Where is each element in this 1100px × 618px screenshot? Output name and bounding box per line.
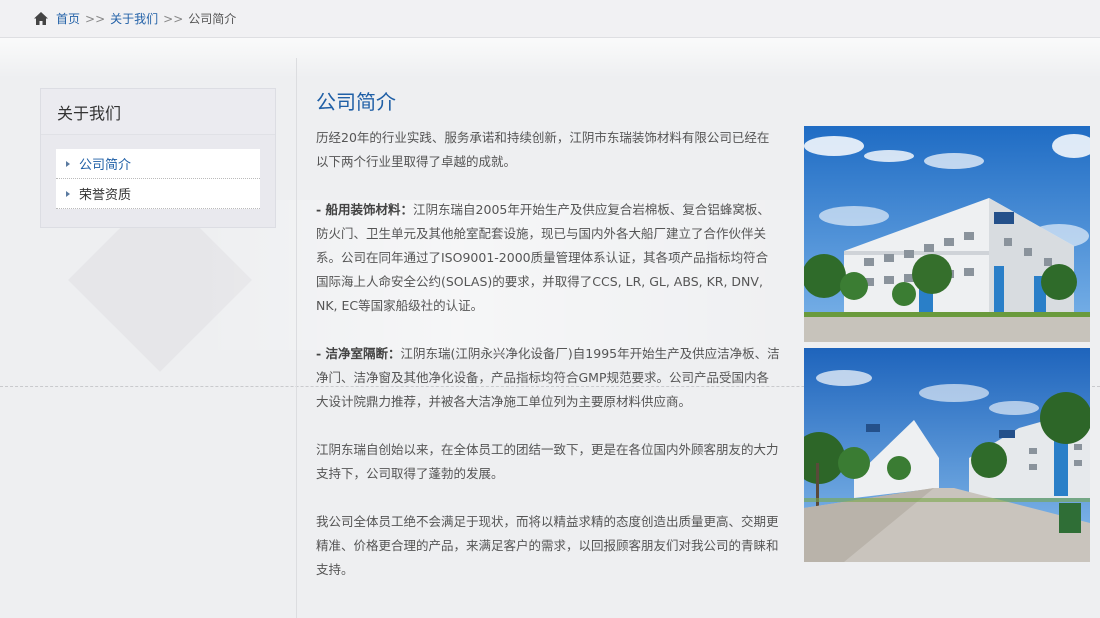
sidebar-title: 关于我们	[41, 89, 275, 135]
sidebar-item-company-profile[interactable]: 公司简介	[56, 149, 260, 179]
paragraph: - 船用装饰材料：江阴东瑞自2005年开始生产及供应复合岩棉板、复合铝蜂窝板、防…	[316, 198, 780, 318]
home-icon	[34, 12, 48, 25]
chevron-right-icon	[66, 160, 70, 167]
breadcrumb-separator: >>	[85, 11, 106, 26]
sidebar-list: 公司简介 荣誉资质	[56, 149, 260, 209]
sidebar-item-honors[interactable]: 荣誉资质	[56, 179, 260, 209]
breadcrumb: 首页 >> 关于我们 >> 公司简介	[0, 0, 1100, 38]
paragraph-text: 江阴东瑞自创始以来，在全体员工的团结一致下，更是在各位国内外顾客朋友的大力支持下…	[316, 442, 779, 481]
breadcrumb-about-link[interactable]: 关于我们	[110, 10, 158, 27]
paragraph: 历经20年的行业实践、服务承诺和持续创新，江阴市东瑞装饰材料有限公司已经在以下两…	[316, 126, 780, 174]
breadcrumb-home-link[interactable]: 首页	[56, 10, 80, 27]
breadcrumb-separator: >>	[163, 11, 184, 26]
article-body: 历经20年的行业实践、服务承诺和持续创新，江阴市东瑞装饰材料有限公司已经在以下两…	[316, 126, 780, 606]
campus-road-photo	[804, 348, 1090, 562]
column-divider	[296, 58, 297, 618]
paragraph-text: 我公司全体员工绝不会满足于现状，而将以精益求精的态度创造出质量更高、交期更精准、…	[316, 514, 779, 577]
paragraph-text: 历经20年的行业实践、服务承诺和持续创新，江阴市东瑞装饰材料有限公司已经在以下两…	[316, 130, 770, 169]
page-title: 公司简介	[316, 90, 396, 114]
paragraph-lead: - 洁净室隔断：	[316, 346, 401, 361]
chevron-right-icon	[66, 190, 70, 197]
paragraph: - 洁净室隔断：江阴东瑞(江阴永兴净化设备厂)自1995年开始生产及供应洁净板、…	[316, 342, 780, 414]
paragraph: 我公司全体员工绝不会满足于现状，而将以精益求精的态度创造出质量更高、交期更精准、…	[316, 510, 780, 582]
paragraph-lead: - 船用装饰材料：	[316, 202, 414, 217]
sidebar-item-label: 公司简介	[79, 158, 132, 173]
factory-photo	[804, 126, 1090, 342]
sidebar-item-label: 荣誉资质	[79, 188, 132, 203]
sidebar: 关于我们 公司简介 荣誉资质	[40, 88, 276, 228]
paragraph-text: 江阴东瑞自2005年开始生产及供应复合岩棉板、复合铝蜂窝板、防火门、卫生单元及其…	[316, 202, 770, 313]
breadcrumb-current: 公司简介	[188, 12, 237, 26]
paragraph: 江阴东瑞自创始以来，在全体员工的团结一致下，更是在各位国内外顾客朋友的大力支持下…	[316, 438, 780, 486]
background-glow	[0, 38, 1100, 78]
